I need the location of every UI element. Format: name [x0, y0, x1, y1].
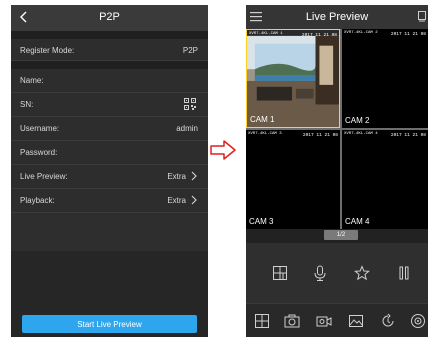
live-preview-row[interactable]: Live Preview: Extra	[11, 165, 208, 189]
camera-info: XVR7-4KL-CAM 2	[344, 31, 378, 35]
camera-timestamp: 2017 11 21 08	[301, 33, 337, 38]
page-indicator[interactable]: 1/2	[324, 230, 358, 240]
camera-name: CAM 4	[345, 217, 370, 226]
username-row[interactable]: Username: admin	[11, 117, 208, 141]
p2p-header: P2P	[11, 5, 208, 31]
page-title: Live Preview	[305, 11, 369, 23]
camera-tile-2[interactable]: XVR7-4KL-CAM 2 2017 11 21 08 CAM 2	[342, 29, 428, 128]
camera-tile-3[interactable]: XVR7-4KL-CAM 3 2017 11 21 08 CAM 3	[246, 130, 340, 229]
sn-row[interactable]: SN:	[11, 93, 208, 117]
camera-grid: XVR7-4KL-CAM 1 2017 11 21 08 CAM 1 XVR7-…	[246, 29, 428, 229]
camera-timestamp: 2017 11 21 08	[390, 32, 426, 37]
camera-timestamp: 2017 11 21 08	[302, 133, 338, 138]
camera-1-video	[247, 30, 339, 127]
playback-row[interactable]: Playback: Extra	[11, 189, 208, 213]
page-bar: 1/2	[246, 229, 428, 243]
password-label: Password:	[20, 148, 58, 157]
camera-name: CAM 1	[250, 115, 275, 124]
control-bar-secondary	[246, 303, 428, 337]
sn-label: SN:	[20, 100, 34, 109]
transition-arrow-icon	[210, 140, 236, 160]
playback-icon[interactable]	[380, 313, 396, 329]
live-preview-label: Live Preview:	[20, 172, 68, 181]
register-mode-value: P2P	[182, 46, 198, 55]
camera-name: CAM 2	[345, 116, 370, 125]
live-preview-value: Extra	[167, 172, 186, 181]
image-icon[interactable]	[348, 313, 364, 329]
camera-info: XVR7-4KL-CAM 1	[249, 32, 283, 36]
page-title: P2P	[99, 11, 120, 23]
p2p-screen: P2P Register Mode: P2P Name: SN: Usernam…	[11, 5, 208, 337]
camera-tile-4[interactable]: XVR7-4KL-CAM 4 2017 11 21 08 CAM 4	[342, 130, 428, 229]
record-icon[interactable]	[316, 313, 332, 329]
name-row[interactable]: Name:	[11, 69, 208, 93]
camera-info: XVR7-4KL-CAM 4	[344, 132, 378, 136]
pause-icon[interactable]	[396, 265, 412, 281]
name-label: Name:	[20, 76, 44, 85]
snapshot-icon[interactable]	[284, 313, 300, 329]
device-icon[interactable]	[418, 11, 426, 22]
section-divider	[11, 61, 208, 69]
start-live-preview-button[interactable]: Start Live Preview	[22, 315, 197, 333]
password-row[interactable]: Password:	[11, 141, 208, 165]
camera-info: XVR7-4KL-CAM 3	[248, 132, 282, 136]
chevron-right-icon	[191, 195, 197, 205]
microphone-icon[interactable]	[312, 265, 328, 281]
camera-timestamp: 2017 11 21 08	[390, 133, 426, 138]
split-screen-icon[interactable]	[272, 265, 288, 281]
ptz-icon[interactable]	[410, 313, 426, 329]
qr-code-icon[interactable]	[184, 98, 196, 110]
live-preview-header: Live Preview	[246, 5, 428, 29]
empty-area	[11, 213, 208, 251]
camera-name: CAM 3	[249, 217, 274, 226]
playback-value: Extra	[167, 196, 186, 205]
playback-label: Playback:	[20, 196, 55, 205]
chevron-right-icon	[191, 171, 197, 181]
star-icon[interactable]	[354, 265, 370, 281]
register-mode-row[interactable]: Register Mode: P2P	[11, 39, 208, 61]
live-preview-screen: Live Preview XVR7-4KL-CAM 1 2017 11 21 0…	[246, 5, 428, 337]
camera-tile-1[interactable]: XVR7-4KL-CAM 1 2017 11 21 08 CAM 1	[246, 29, 340, 128]
control-bar-primary	[246, 243, 428, 303]
username-value[interactable]: admin	[176, 124, 198, 133]
username-label: Username:	[20, 124, 60, 133]
register-mode-label: Register Mode:	[20, 46, 75, 55]
grid-layout-icon[interactable]	[254, 313, 270, 329]
section-divider	[11, 31, 208, 39]
